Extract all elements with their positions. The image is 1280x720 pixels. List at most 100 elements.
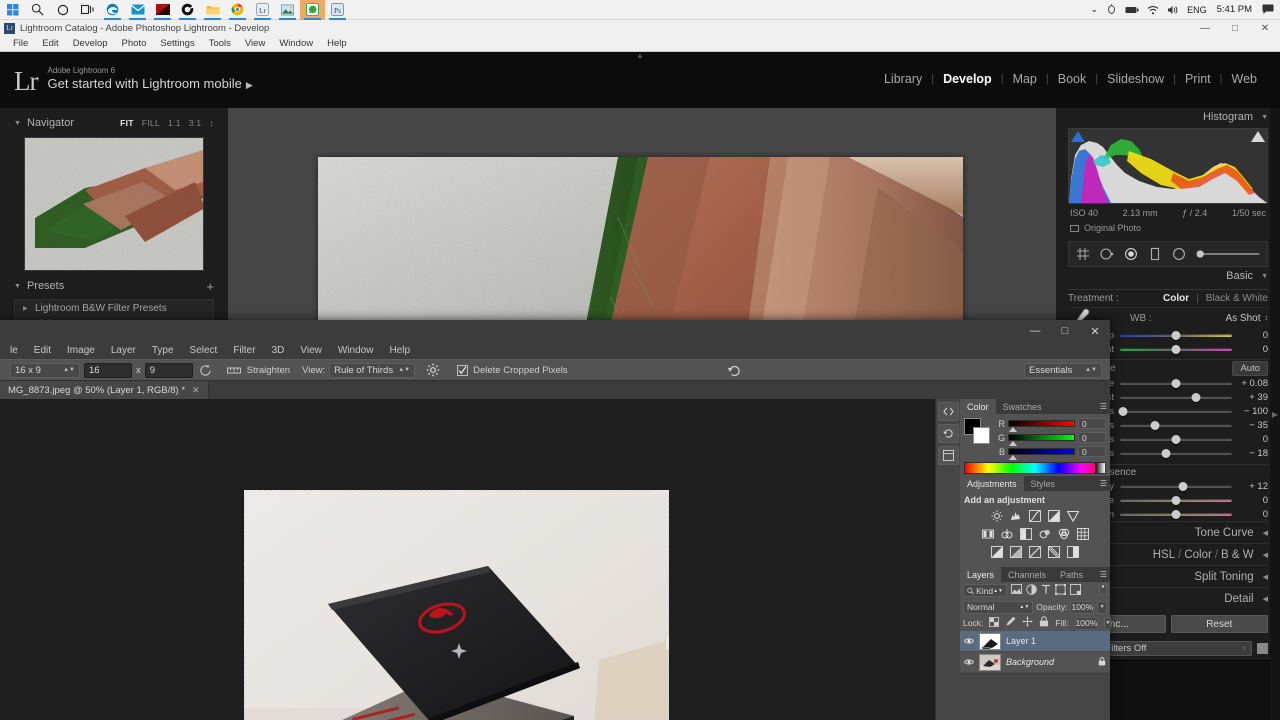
crop-view-select[interactable]: Rule of Thirds ▲▼ bbox=[329, 363, 415, 378]
layer-row-background[interactable]: Background bbox=[960, 652, 1110, 673]
slider-knob[interactable] bbox=[1172, 331, 1181, 340]
slider-track[interactable] bbox=[1120, 452, 1232, 455]
lightroom-maximize-button[interactable]: □ bbox=[1220, 20, 1250, 36]
channel-slider-track[interactable] bbox=[1008, 434, 1075, 441]
radial-filter-tool[interactable] bbox=[1171, 247, 1186, 262]
tab-channels[interactable]: Channels bbox=[1001, 567, 1053, 582]
slider-track[interactable] bbox=[1120, 396, 1232, 399]
reset-button[interactable]: Reset bbox=[1171, 615, 1269, 633]
cortana-icon[interactable] bbox=[50, 0, 75, 20]
tab-swatches[interactable]: Swatches bbox=[996, 399, 1049, 414]
slider-knob[interactable] bbox=[1178, 482, 1187, 491]
layer-visibility-icon[interactable] bbox=[964, 636, 974, 646]
undo-icon[interactable] bbox=[727, 363, 742, 378]
crop-width-input[interactable]: 16 bbox=[84, 363, 132, 378]
ps-menu-image[interactable]: Image bbox=[59, 345, 103, 356]
preset-group-bw-filter[interactable]: Lightroom B&W Filter Presets bbox=[15, 300, 213, 316]
slider-track[interactable] bbox=[1120, 382, 1232, 385]
fill-stepper-icon[interactable]: ▼ bbox=[1104, 617, 1111, 630]
layer-row-layer-1[interactable]: Layer 1 bbox=[960, 631, 1110, 652]
channel-value-input[interactable]: 0 bbox=[1078, 432, 1106, 443]
crop-handle-left[interactable] bbox=[244, 636, 247, 649]
photo-filter-icon[interactable] bbox=[1038, 527, 1051, 540]
battery-icon[interactable] bbox=[1121, 0, 1143, 20]
gear-icon[interactable] bbox=[423, 363, 443, 377]
close-icon[interactable]: ✕ bbox=[192, 385, 200, 396]
menu-item-develop[interactable]: Develop bbox=[66, 38, 115, 49]
chevron-down-icon[interactable]: ▼ bbox=[14, 120, 21, 127]
ps-menu-view[interactable]: View bbox=[292, 345, 330, 356]
slider-knob[interactable] bbox=[1119, 407, 1128, 416]
menu-item-view[interactable]: View bbox=[238, 38, 272, 49]
module-develop[interactable]: Develop bbox=[934, 72, 1001, 86]
mail-icon[interactable] bbox=[125, 0, 150, 20]
history-panel-icon[interactable] bbox=[938, 424, 959, 443]
slider-knob[interactable] bbox=[1161, 449, 1170, 458]
opacity-stepper-icon[interactable]: ▼ bbox=[1097, 601, 1107, 614]
document-tab[interactable]: MG_8873.jpeg @ 50% (Layer 1, RGB/8) * ✕ bbox=[0, 381, 209, 399]
media-player-icon[interactable] bbox=[175, 0, 200, 20]
onedrive-icon[interactable] bbox=[1102, 0, 1121, 20]
chevron-down-icon[interactable]: ▼ bbox=[1261, 114, 1268, 121]
search-icon[interactable] bbox=[25, 0, 50, 20]
zoom-level-1-1[interactable]: 1:1 bbox=[168, 118, 181, 128]
adjustment-brush-tool[interactable] bbox=[1195, 247, 1261, 262]
tab-color[interactable]: Color bbox=[960, 399, 996, 414]
channel-value-input[interactable]: 0 bbox=[1078, 418, 1106, 429]
levels-icon[interactable] bbox=[1010, 509, 1023, 522]
layer-filter-kind-select[interactable]: Kind ▲▼ bbox=[963, 584, 1007, 597]
crop-handle-right[interactable] bbox=[666, 636, 669, 649]
chevron-down-icon[interactable]: ▼ bbox=[14, 283, 21, 290]
navigator-preview-thumbnail[interactable] bbox=[24, 137, 204, 271]
smart-object-filter-icon[interactable] bbox=[1070, 584, 1081, 598]
slider-track[interactable] bbox=[1120, 334, 1232, 337]
right-panel-collapse-handle[interactable]: ▶ bbox=[1270, 108, 1280, 720]
chevron-left-icon[interactable]: ◀ bbox=[1263, 529, 1268, 537]
adobe-lightroom-icon[interactable]: Lr bbox=[250, 0, 275, 20]
background-color-swatch[interactable] bbox=[973, 427, 990, 444]
ps-menu-help[interactable]: Help bbox=[381, 345, 418, 356]
histogram-panel-header[interactable]: Histogram ▼ bbox=[1068, 108, 1268, 126]
graduated-filter-tool[interactable] bbox=[1147, 247, 1162, 262]
straighten-label[interactable]: Straighten bbox=[247, 365, 290, 376]
menu-item-tools[interactable]: Tools bbox=[202, 38, 238, 49]
selective-color-icon[interactable] bbox=[1067, 545, 1080, 558]
crop-selection-overlay[interactable] bbox=[244, 490, 669, 720]
adobe-photoshop-icon[interactable]: Ps bbox=[325, 0, 350, 20]
panel-menu-icon[interactable]: ☰ bbox=[1100, 570, 1107, 579]
chevron-updown-icon[interactable]: ▲▼ bbox=[393, 367, 410, 373]
slider-knob[interactable] bbox=[1172, 379, 1181, 388]
channel-slider-track[interactable] bbox=[1008, 420, 1075, 427]
red-eye-correction-tool[interactable] bbox=[1123, 247, 1138, 262]
ps-menu-select[interactable]: Select bbox=[182, 345, 226, 356]
photoshop-maximize-button[interactable]: □ bbox=[1050, 320, 1080, 342]
tab-layers[interactable]: Layers bbox=[960, 567, 1001, 582]
show-hidden-icons-button[interactable]: ⌄ bbox=[1087, 0, 1103, 20]
lightroom-titlebar[interactable]: Lr Lightroom Catalog - Adobe Photoshop L… bbox=[0, 20, 1280, 36]
module-book[interactable]: Book bbox=[1049, 72, 1096, 86]
channel-mixer-icon[interactable] bbox=[1057, 527, 1070, 540]
menu-item-window[interactable]: Window bbox=[272, 38, 320, 49]
zoom-stepper-icon[interactable]: ↕ bbox=[209, 118, 214, 128]
lightroom-minimize-button[interactable]: — bbox=[1190, 20, 1220, 36]
windows-start-icon[interactable] bbox=[0, 0, 25, 20]
color-channel-blue[interactable]: B 0 bbox=[996, 446, 1106, 457]
photoshop-canvas[interactable] bbox=[0, 399, 935, 720]
chevron-updown-icon[interactable]: ▲▼ bbox=[58, 367, 75, 373]
slider-track[interactable] bbox=[1120, 485, 1232, 488]
crop-overlay-tool[interactable] bbox=[1075, 247, 1090, 262]
channel-slider-track[interactable] bbox=[1008, 448, 1075, 455]
add-preset-button[interactable]: + bbox=[206, 281, 214, 292]
wb-preset-value[interactable]: As Shot bbox=[1225, 313, 1260, 324]
slider-track[interactable] bbox=[1120, 348, 1232, 351]
chevron-left-icon[interactable]: ◀ bbox=[1263, 573, 1268, 581]
crop-handle-top[interactable] bbox=[450, 490, 463, 493]
slider-knob[interactable] bbox=[1172, 510, 1181, 519]
lock-image-pixels-icon[interactable] bbox=[1005, 616, 1016, 630]
identity-plate[interactable]: Lr Adobe Lightroom 6 Get started with Li… bbox=[14, 66, 253, 94]
color-channel-green[interactable]: G 0 bbox=[996, 432, 1106, 443]
slider-knob[interactable] bbox=[1172, 435, 1181, 444]
identity-arrow-icon[interactable]: ▶ bbox=[246, 80, 253, 90]
ps-menu-layer[interactable]: Layer bbox=[103, 345, 144, 356]
menu-item-help[interactable]: Help bbox=[320, 38, 354, 49]
